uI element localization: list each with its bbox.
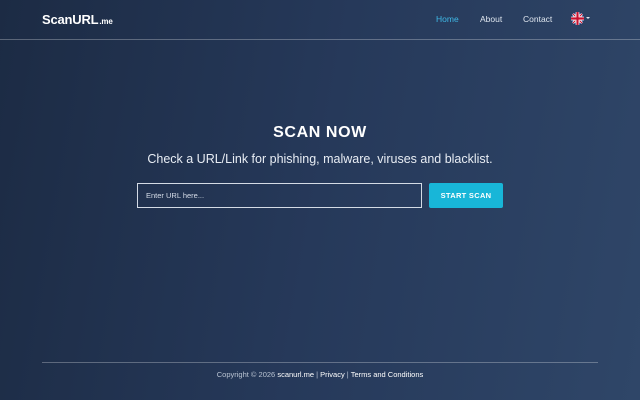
footer-terms-link[interactable]: Terms and Conditions xyxy=(351,370,424,379)
site-header: ScanURL.me Home About Contact xyxy=(0,0,640,40)
url-input[interactable] xyxy=(137,183,422,208)
footer-copyright: Copyright © 2026 xyxy=(216,370,276,379)
nav-contact-link[interactable]: Contact xyxy=(523,14,552,24)
language-caret-icon[interactable] xyxy=(586,17,590,19)
hero-title: SCAN NOW xyxy=(273,124,367,141)
footer-site-link[interactable]: scanurl.me xyxy=(277,370,314,379)
hero-subtitle: Check a URL/Link for phishing, malware, … xyxy=(147,152,493,166)
logo-suffix-text: .me xyxy=(99,17,113,26)
site-logo[interactable]: ScanURL.me xyxy=(42,12,113,27)
site-footer: Copyright © 2026 scanurl.me | Privacy | … xyxy=(0,370,640,379)
logo-main-text: ScanURL xyxy=(42,12,99,27)
nav-home-link[interactable]: Home xyxy=(436,14,459,24)
footer-privacy-link[interactable]: Privacy xyxy=(320,370,345,379)
start-scan-button[interactable]: START SCAN xyxy=(429,183,503,208)
nav-about-link[interactable]: About xyxy=(480,14,502,24)
footer-divider xyxy=(42,362,598,363)
uk-flag-icon[interactable] xyxy=(571,12,584,25)
